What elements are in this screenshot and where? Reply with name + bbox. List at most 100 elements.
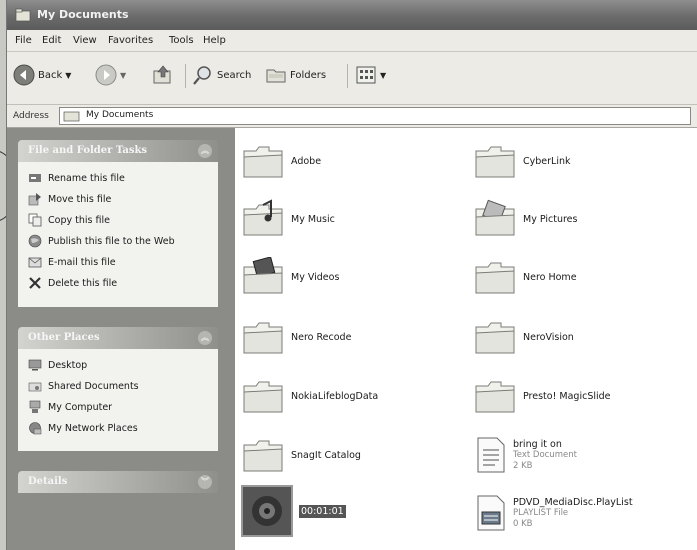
folder-icon	[475, 146, 515, 178]
folders-button[interactable]: Folders	[265, 62, 326, 88]
task-copy[interactable]: Copy this file	[28, 212, 110, 228]
forward-button[interactable]: ▼	[95, 62, 126, 88]
pictures-folder-icon	[475, 199, 515, 236]
search-label: Search	[217, 69, 252, 81]
delete-x-icon	[28, 276, 42, 290]
up-folder-button[interactable]	[151, 62, 175, 88]
menu-favorites[interactable]: Favorites	[108, 35, 153, 46]
email-icon	[28, 255, 42, 269]
back-button[interactable]: Back ▼	[13, 62, 71, 88]
back-label: Back	[38, 69, 63, 81]
file-type: Text Document	[513, 449, 577, 460]
folder-icon	[15, 8, 31, 22]
folder-item[interactable]: My Pictures	[473, 194, 577, 244]
task-publish-web[interactable]: Publish this file to the Web	[28, 233, 175, 249]
music-folder-icon	[243, 199, 283, 236]
window-title: My Documents	[37, 8, 129, 21]
file-folder-tasks-body: Rename this file Move this file Copy thi…	[18, 162, 218, 307]
folder-name: NokiaLifeblogData	[291, 390, 379, 402]
folder-item[interactable]: SnagIt Catalog	[241, 430, 361, 480]
address-bar: Address My Documents	[7, 105, 697, 128]
playlist-icon	[477, 495, 505, 531]
up-folder-icon	[153, 65, 171, 84]
place-shared-documents[interactable]: Shared Documents	[28, 378, 139, 394]
place-label: Shared Documents	[48, 380, 139, 392]
folder-name: NeroVision	[523, 331, 574, 343]
folder-item[interactable]: Nero Home	[473, 252, 577, 302]
title-bar[interactable]: My Documents	[7, 0, 697, 30]
rename-icon	[28, 171, 42, 185]
panel-title: Details	[28, 476, 68, 487]
folder-item[interactable]: Nero Recode	[241, 312, 351, 362]
folder-icon	[475, 262, 515, 294]
place-desktop[interactable]: Desktop	[28, 357, 87, 373]
folder-name: My Music	[291, 213, 335, 225]
file-item[interactable]: bring it on Text Document 2 KB	[475, 430, 577, 480]
views-grid-icon	[356, 66, 376, 84]
views-button[interactable]: ▼	[355, 62, 386, 88]
folder-item[interactable]: My Videos	[241, 252, 339, 302]
other-places-header[interactable]: Other Places ︽	[18, 327, 218, 349]
menu-view[interactable]: View	[73, 35, 97, 46]
place-my-computer[interactable]: My Computer	[28, 399, 112, 415]
toolbar-separator	[347, 64, 348, 88]
task-email[interactable]: E-mail this file	[28, 254, 116, 270]
file-size: 2 KB	[513, 460, 533, 471]
folder-icon	[243, 381, 283, 413]
menu-edit[interactable]: Edit	[42, 35, 61, 46]
folder-name: Adobe	[291, 155, 322, 167]
desktop-icon	[28, 358, 42, 372]
folder-name: Presto! MagicSlide	[523, 390, 611, 402]
folder-name: Nero Recode	[291, 331, 352, 343]
copy-icon	[28, 213, 42, 227]
task-rename[interactable]: Rename this file	[28, 170, 125, 186]
toolbar-separator	[185, 64, 186, 88]
menu-file[interactable]: File	[15, 35, 32, 46]
folder-name: My Videos	[291, 271, 340, 283]
folder-name: SnagIt Catalog	[291, 449, 361, 461]
address-value: My Documents	[86, 110, 154, 120]
chevron-down-icon[interactable]: ▼	[65, 71, 71, 80]
menu-help[interactable]: Help	[203, 35, 226, 46]
chevron-down-icon[interactable]: ▼	[380, 71, 386, 80]
folder-item[interactable]: Presto! MagicSlide	[473, 371, 611, 421]
task-delete[interactable]: Delete this file	[28, 275, 117, 291]
file-size: 0 KB	[513, 518, 533, 529]
file-name: PDVD_MediaDisc.PlayList	[513, 496, 633, 508]
folder-item[interactable]: My Music	[241, 194, 335, 244]
explorer-window: My Documents File Edit View Favorites To…	[6, 0, 697, 550]
place-label: Desktop	[48, 359, 88, 371]
file-name-selected: 00:01:01	[299, 504, 346, 518]
task-label: Delete this file	[48, 277, 118, 289]
task-label: Copy this file	[48, 214, 110, 226]
details-header[interactable]: Details ︾	[18, 471, 218, 493]
folders-icon	[266, 69, 286, 83]
expand-chevron-icon[interactable]: ︾	[198, 475, 212, 489]
chevron-down-icon[interactable]: ▼	[120, 71, 126, 80]
forward-arrow-icon	[95, 64, 117, 86]
place-my-network-places[interactable]: My Network Places	[28, 420, 138, 436]
place-label: My Network Places	[48, 422, 138, 434]
place-label: My Computer	[48, 401, 113, 413]
move-icon	[28, 192, 42, 206]
search-button[interactable]: Search	[192, 62, 251, 88]
panel-title: File and Folder Tasks	[28, 145, 148, 156]
folder-item[interactable]: Adobe	[241, 136, 321, 186]
folder-name: Nero Home	[523, 271, 577, 283]
media-file-item[interactable]: 00:01:01	[241, 485, 346, 537]
folder-item[interactable]: NokiaLifeblogData	[241, 371, 378, 421]
collapse-chevron-icon[interactable]: ︽	[198, 144, 212, 158]
address-input[interactable]: My Documents	[59, 107, 691, 125]
task-label: E-mail this file	[48, 256, 116, 268]
task-move[interactable]: Move this file	[28, 191, 111, 207]
folders-label: Folders	[290, 69, 327, 81]
shared-folder-icon	[28, 379, 42, 393]
folder-item[interactable]: CyberLink	[473, 136, 571, 186]
menu-tools[interactable]: Tools	[169, 35, 194, 46]
globe-icon	[28, 234, 42, 248]
folder-item[interactable]: NeroVision	[473, 312, 574, 362]
task-label: Rename this file	[48, 172, 125, 184]
collapse-chevron-icon[interactable]: ︽	[198, 331, 212, 345]
file-item[interactable]: PDVD_MediaDisc.PlayList PLAYLIST File 0 …	[475, 488, 633, 538]
file-folder-tasks-header[interactable]: File and Folder Tasks ︽	[18, 140, 218, 162]
